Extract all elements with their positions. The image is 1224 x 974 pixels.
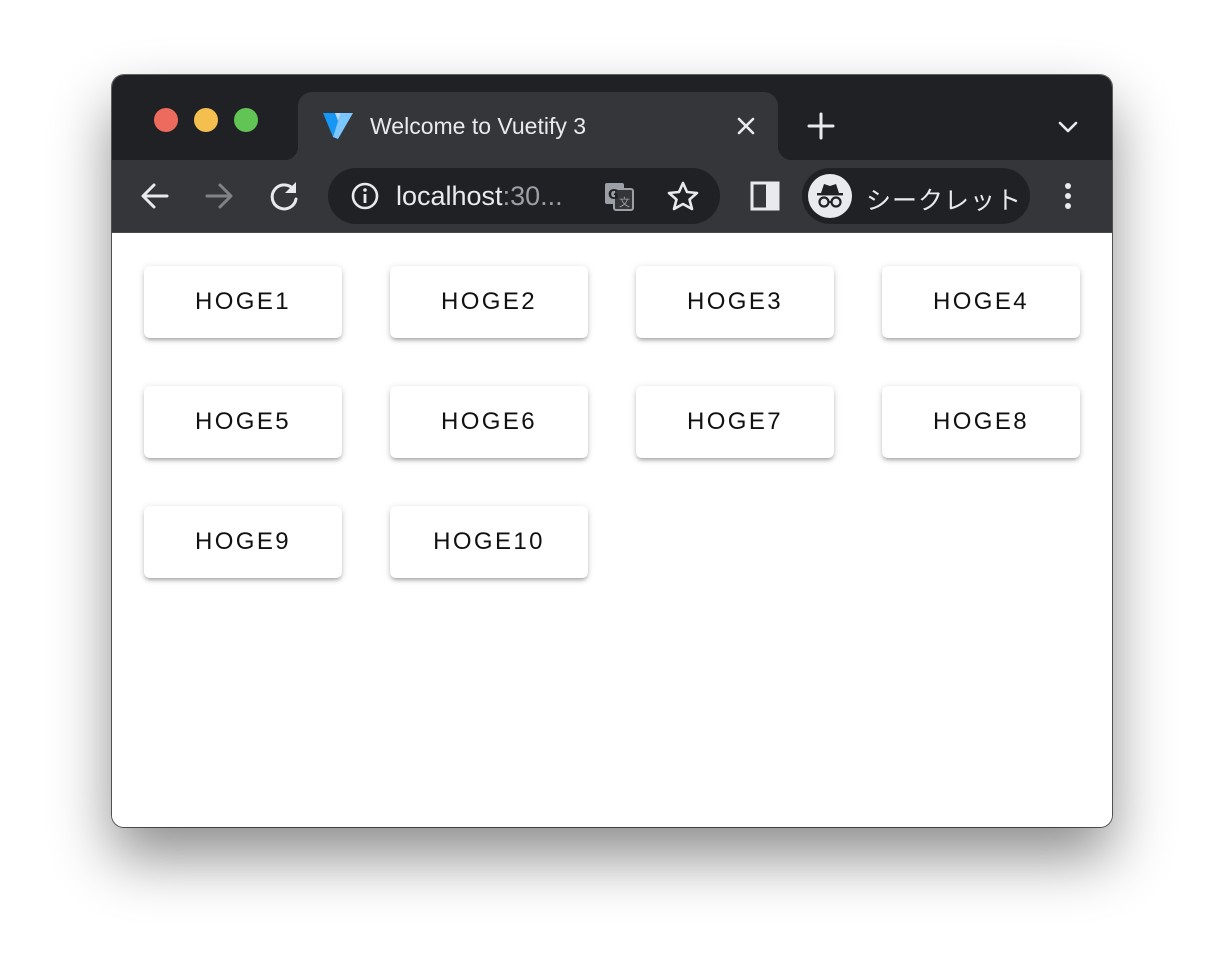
url-text[interactable]: localhost:30...	[396, 181, 563, 212]
arrow-right-icon[interactable]	[202, 179, 236, 213]
tab-strip: Welcome to Vuetify 3	[112, 75, 1112, 160]
button-grid: HOGE1 HOGE2 HOGE3 HOGE4 HOGE5 HOGE6 HOGE…	[144, 266, 1080, 578]
vuetify-logo-icon	[323, 113, 353, 139]
incognito-profile-chip[interactable]: シークレット	[802, 168, 1030, 224]
star-icon[interactable]	[666, 179, 700, 213]
reload-icon[interactable]	[267, 179, 301, 213]
incognito-icon	[817, 184, 843, 208]
close-icon[interactable]	[732, 112, 760, 140]
hoge-button[interactable]: HOGE4	[882, 266, 1080, 338]
url-host: localhost	[396, 181, 503, 211]
chevron-down-icon[interactable]	[1056, 115, 1080, 139]
arrow-left-icon[interactable]	[138, 179, 172, 213]
hoge-button[interactable]: HOGE3	[636, 266, 834, 338]
minimize-window-button[interactable]	[194, 108, 218, 132]
hoge-button[interactable]: HOGE9	[144, 506, 342, 578]
active-tab[interactable]: Welcome to Vuetify 3	[284, 92, 792, 160]
tab-title: Welcome to Vuetify 3	[370, 113, 587, 139]
url-port: :30...	[502, 181, 563, 211]
close-window-button[interactable]	[154, 108, 178, 132]
hoge-button[interactable]: HOGE10	[390, 506, 588, 578]
translate-icon[interactable]: G 文	[602, 179, 636, 213]
side-panel-icon[interactable]	[748, 179, 782, 213]
plus-icon[interactable]	[806, 111, 836, 141]
hoge-button[interactable]: HOGE2	[390, 266, 588, 338]
hoge-button[interactable]: HOGE5	[144, 386, 342, 458]
hoge-button[interactable]: HOGE6	[390, 386, 588, 458]
svg-text:文: 文	[619, 195, 630, 209]
browser-toolbar: localhost:30... G 文 シークレット	[112, 160, 1112, 233]
hoge-button[interactable]: HOGE7	[636, 386, 834, 458]
hoge-button[interactable]: HOGE1	[144, 266, 342, 338]
svg-text:G: G	[608, 188, 619, 203]
maximize-window-button[interactable]	[234, 108, 258, 132]
profile-label: シークレット	[866, 187, 1023, 215]
info-icon[interactable]	[348, 179, 382, 213]
kebab-menu-icon[interactable]	[1051, 179, 1085, 213]
page-content: HOGE1 HOGE2 HOGE3 HOGE4 HOGE5 HOGE6 HOGE…	[112, 233, 1112, 827]
address-bar[interactable]: localhost:30... G 文	[328, 168, 720, 224]
hoge-button[interactable]: HOGE8	[882, 386, 1080, 458]
avatar	[808, 174, 852, 218]
browser-window: Welcome to Vuetify 3 localhost:30... G 文…	[112, 75, 1112, 827]
